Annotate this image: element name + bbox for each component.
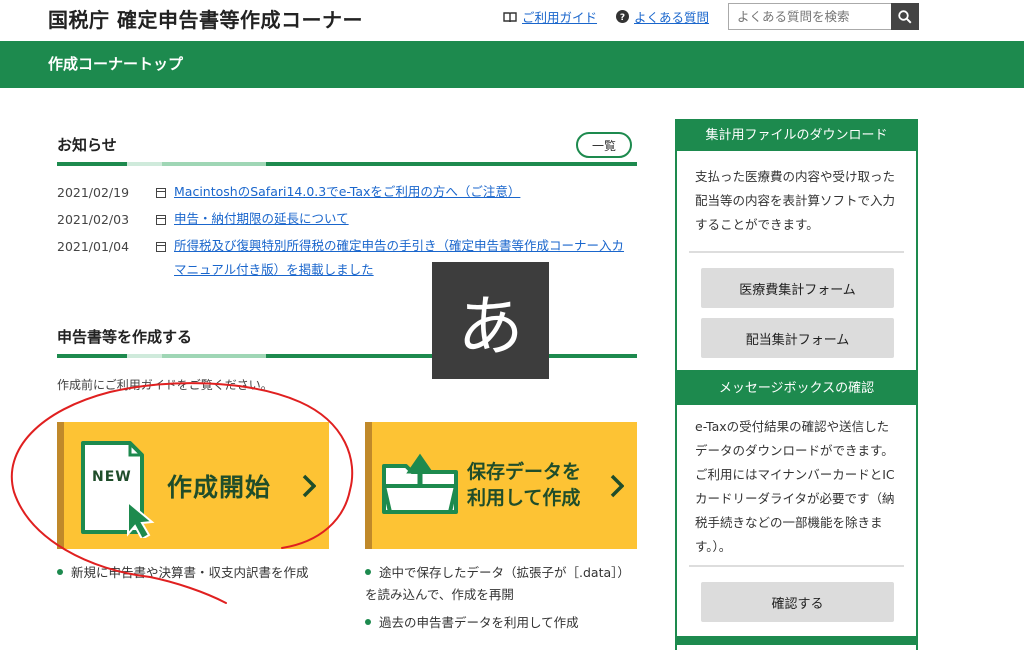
saved-bullet-text-2: 過去の申告書データを利用して作成 [379, 615, 579, 630]
faq-link-label: よくある質問 [634, 10, 710, 25]
site-title: 国税庁 確定申告書等作成コーナー [48, 8, 363, 32]
create-heading: 申告書等を作成する [57, 328, 193, 346]
guide-link[interactable]: ご利用ガイド [503, 7, 597, 26]
search-form [728, 3, 919, 30]
download-box: 集計用ファイルのダウンロード 支払った医療費の内容や受け取った配当等の内容を表計… [675, 119, 918, 372]
use-saved-data-label-line1: 保存データを [467, 461, 582, 483]
medical-expense-form-button[interactable]: 医療費集計フォーム [701, 268, 894, 308]
search-input[interactable] [728, 3, 891, 30]
message-box-text: e-Taxの受付結果の確認や送信したデータのダウンロードができます。ご利用にはマ… [695, 419, 895, 554]
message-box-heading: メッセージボックスの確認 [677, 372, 916, 405]
document-icon [155, 188, 166, 198]
folder-upload-icon [382, 453, 458, 514]
sidebar-bottom-bar [675, 636, 918, 645]
news-rule [57, 162, 637, 166]
news-date-3: 2021/01/04 [57, 239, 130, 254]
saved-bullet-1: 途中で保存したデータ（拡張子が［.data］）を読み込んで、作成を再開 [365, 562, 640, 606]
ime-mode-indicator: あ [432, 262, 549, 379]
document-icon [155, 242, 166, 252]
red-annotation-circle [10, 382, 354, 604]
download-box-heading: 集計用ファイルのダウンロード [677, 121, 916, 151]
confirm-button[interactable]: 確認する [701, 582, 894, 622]
news-link-2[interactable]: 申告・納付期限の延長について [174, 207, 634, 231]
bullet-dot [365, 618, 371, 625]
news-link-3[interactable]: 所得税及び復興特別所得税の確定申告の手引き（確定申告書等作成コーナー入カマニュア… [174, 234, 626, 282]
create-rule [57, 354, 637, 358]
question-icon: ? [616, 10, 629, 23]
faq-link[interactable]: ? よくある質問 [616, 7, 709, 26]
search-icon [898, 9, 912, 24]
message-box-panel: メッセージボックスの確認 e-Taxの受付結果の確認や送信したデータのダウンロー… [675, 370, 918, 650]
document-icon [155, 215, 166, 225]
download-box-divider [689, 251, 904, 253]
svg-text:?: ? [620, 13, 625, 23]
nav-title: 作成コーナートップ [48, 55, 184, 73]
news-heading: お知らせ [57, 136, 117, 154]
guide-link-label: ご利用ガイド [522, 10, 598, 25]
saved-bullet-2: 過去の申告書データを利用して作成 [365, 612, 640, 634]
use-saved-data-label-line2: 利用して作成 [467, 487, 581, 509]
news-list-button[interactable]: 一覧 [576, 132, 632, 158]
chevron-right-icon [610, 474, 624, 498]
book-icon [503, 11, 517, 22]
news-date-2: 2021/02/03 [57, 212, 130, 227]
use-saved-data-button[interactable]: 保存データを 利用して作成 [365, 422, 637, 549]
dividend-form-button[interactable]: 配当集計フォーム [701, 318, 894, 358]
news-link-1[interactable]: MacintoshのSafari14.0.3でe-Taxをご利用の方へ（ご注意） [174, 180, 634, 204]
search-button[interactable] [891, 3, 919, 30]
use-saved-data-label: 保存データを 利用して作成 [467, 459, 581, 511]
download-box-text: 支払った医療費の内容や受け取った配当等の内容を表計算ソフトで入力することができま… [695, 169, 896, 232]
message-box-divider [689, 565, 904, 567]
news-date-1: 2021/02/19 [57, 185, 130, 200]
saved-bullet-text-1: 途中で保存したデータ（拡張子が［.data］）を読み込んで、作成を再開 [365, 565, 630, 602]
